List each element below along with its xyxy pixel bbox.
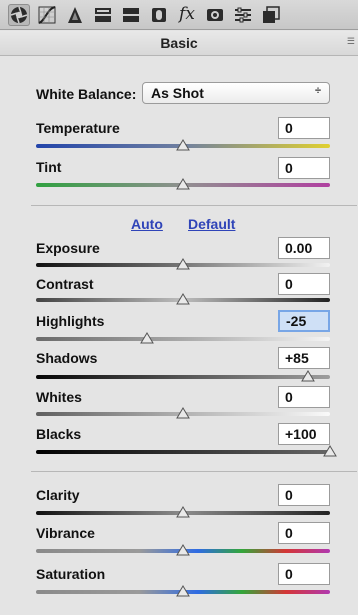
divider bbox=[31, 205, 357, 206]
fx-icon[interactable]: fx bbox=[176, 4, 198, 26]
divider bbox=[31, 471, 357, 472]
panel-tabs-toolbar: fx bbox=[0, 0, 358, 30]
shadows-field[interactable]: +85 bbox=[278, 347, 330, 369]
default-link[interactable]: Default bbox=[188, 216, 235, 232]
saturation-label: Saturation bbox=[36, 566, 106, 582]
camera-raw-basic-panel: fx Basic ☰ White Balance: As Shot ÷ Temp… bbox=[0, 0, 358, 615]
whites-slider-thumb[interactable] bbox=[176, 407, 190, 419]
saturation-slider-thumb[interactable] bbox=[176, 585, 190, 597]
select-arrow-icon: ÷ bbox=[314, 85, 321, 97]
highlights-field[interactable]: -25 bbox=[278, 310, 330, 332]
clarity-label: Clarity bbox=[36, 487, 80, 503]
temperature-field[interactable]: 0 bbox=[278, 117, 330, 139]
white-balance-value: As Shot bbox=[151, 85, 204, 101]
shadows-label: Shadows bbox=[36, 350, 98, 366]
saturation-field[interactable]: 0 bbox=[278, 563, 330, 585]
split-toning-icon[interactable] bbox=[120, 4, 142, 26]
tone-curve-icon[interactable] bbox=[36, 4, 58, 26]
presets-icon[interactable] bbox=[232, 4, 254, 26]
white-balance-label: White Balance: bbox=[36, 86, 137, 102]
highlights-slider-track[interactable] bbox=[36, 337, 330, 341]
camera-calibration-icon[interactable] bbox=[204, 4, 226, 26]
exposure-field[interactable]: 0.00 bbox=[278, 237, 330, 259]
whites-label: Whites bbox=[36, 389, 82, 405]
temperature-label: Temperature bbox=[36, 120, 120, 136]
vibrance-field[interactable]: 0 bbox=[278, 522, 330, 544]
vibrance-label: Vibrance bbox=[36, 525, 95, 541]
panel-menu-icon[interactable]: ☰ bbox=[347, 36, 355, 47]
blacks-label: Blacks bbox=[36, 426, 82, 442]
exposure-slider-thumb[interactable] bbox=[176, 258, 190, 270]
contrast-field[interactable]: 0 bbox=[278, 273, 330, 295]
snapshots-icon[interactable] bbox=[260, 4, 282, 26]
exposure-label: Exposure bbox=[36, 240, 100, 256]
tint-field[interactable]: 0 bbox=[278, 157, 330, 179]
section-title: Basic bbox=[0, 31, 358, 56]
hsl-icon[interactable] bbox=[92, 4, 114, 26]
shadows-slider-thumb[interactable] bbox=[301, 370, 315, 382]
blacks-slider-thumb[interactable] bbox=[323, 445, 337, 457]
blacks-field[interactable]: +100 bbox=[278, 423, 330, 445]
contrast-slider-thumb[interactable] bbox=[176, 293, 190, 305]
tint-label: Tint bbox=[36, 159, 62, 175]
contrast-label: Contrast bbox=[36, 276, 94, 292]
blacks-slider-track[interactable] bbox=[36, 450, 330, 454]
whites-field[interactable]: 0 bbox=[278, 386, 330, 408]
vibrance-slider-thumb[interactable] bbox=[176, 544, 190, 556]
shadows-slider-track[interactable] bbox=[36, 375, 330, 379]
tint-slider-thumb[interactable] bbox=[176, 178, 190, 190]
highlights-label: Highlights bbox=[36, 313, 105, 329]
auto-link[interactable]: Auto bbox=[131, 216, 163, 232]
clarity-slider-thumb[interactable] bbox=[176, 506, 190, 518]
camera-raw-icon[interactable] bbox=[8, 3, 30, 26]
temperature-slider-thumb[interactable] bbox=[176, 139, 190, 151]
highlights-slider-thumb[interactable] bbox=[140, 332, 154, 344]
detail-icon[interactable] bbox=[64, 4, 86, 26]
white-balance-select[interactable]: As Shot ÷ bbox=[142, 82, 330, 104]
lens-correction-icon[interactable] bbox=[148, 4, 170, 26]
clarity-field[interactable]: 0 bbox=[278, 484, 330, 506]
